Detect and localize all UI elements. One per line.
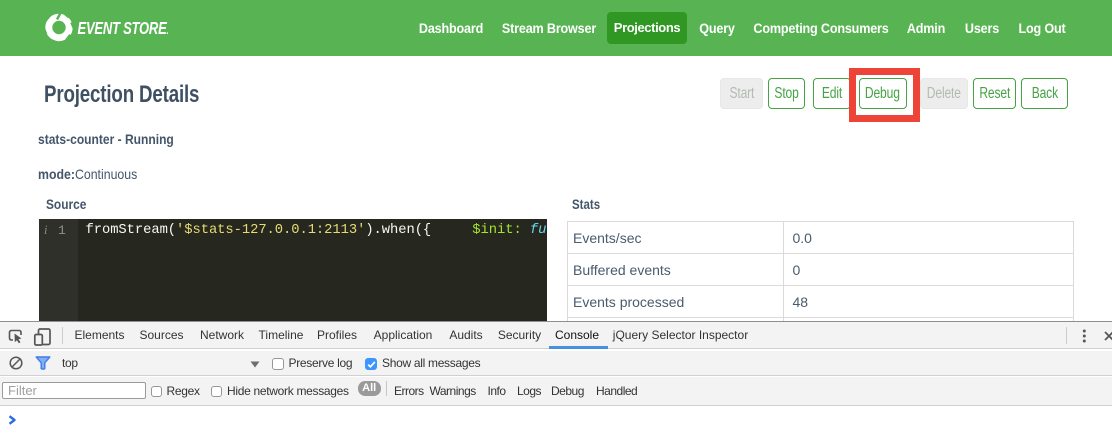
svg-text:EVENT STORE.: EVENT STORE.: [78, 19, 169, 38]
